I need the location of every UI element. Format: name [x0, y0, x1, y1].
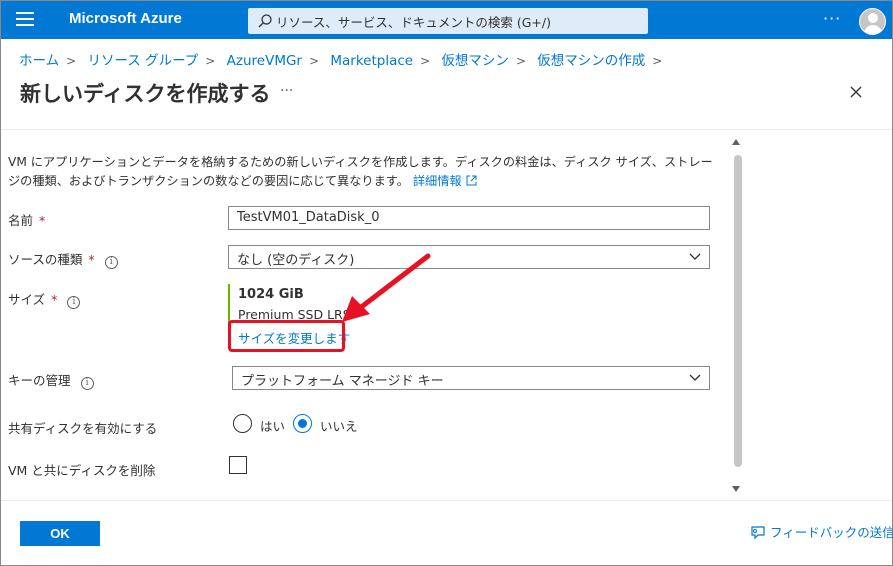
breadcrumb-item[interactable]: Marketplace	[330, 53, 413, 69]
top-bar: Microsoft Azure リソース、サービス、ドキュメントの検索 (G+/…	[1, 1, 892, 39]
description: VM にアプリケーションとデータを格納するための新しいディスクを作成します。ディ…	[8, 153, 723, 191]
menu-icon[interactable]	[16, 12, 34, 28]
close-icon[interactable]	[848, 84, 864, 100]
delete-with-vm-checkbox[interactable]	[229, 456, 247, 474]
info-icon[interactable]: i	[67, 296, 81, 309]
learn-more-link[interactable]: 詳細情報	[413, 174, 477, 188]
description-text: VM にアプリケーションとデータを格納するための新しいディスクを作成します。ディ…	[8, 155, 713, 188]
feedback-icon	[751, 526, 765, 540]
shared-yes-radio[interactable]	[233, 414, 252, 433]
breadcrumb-item[interactable]: AzureVMGr	[227, 53, 302, 69]
divider	[1, 500, 892, 501]
required-mark: *	[39, 213, 46, 228]
chevron-right-icon: >	[308, 54, 320, 68]
search-input[interactable]: リソース、サービス、ドキュメントの検索 (G+/)	[248, 8, 648, 34]
more-icon[interactable]: ···	[280, 83, 293, 99]
chevron-right-icon: >	[66, 54, 77, 68]
size-value: 1024 GiB	[238, 287, 304, 302]
breadcrumb-item[interactable]: 仮想マシン	[441, 53, 509, 69]
breadcrumb-item[interactable]: ホーム	[19, 53, 59, 69]
chevron-right-icon: >	[420, 54, 431, 68]
size-label: サイズ * i	[8, 289, 81, 309]
feedback-link[interactable]: フィードバックの送信	[750, 522, 893, 541]
breadcrumb-item[interactable]: リソース グループ	[87, 53, 198, 69]
source-type-dropdown[interactable]: なし (空のディスク)	[228, 245, 710, 269]
divider	[1, 129, 892, 130]
scroll-up-icon[interactable]	[732, 139, 740, 145]
chevron-down-icon	[689, 253, 701, 260]
key-management-dropdown[interactable]: プラットフォーム マネージド キー	[232, 366, 710, 390]
required-mark: *	[51, 292, 58, 307]
page-title: 新しいディスクを作成する	[20, 82, 271, 106]
scroll-down-icon[interactable]	[732, 486, 740, 492]
key-management-label: キーの管理 i	[8, 370, 94, 390]
delete-with-vm-label: VM と共にディスクを削除	[8, 463, 156, 478]
annotation-highlight-box	[228, 320, 345, 352]
info-icon[interactable]: i	[104, 256, 118, 269]
chevron-right-icon: >	[205, 54, 216, 68]
chevron-right-icon: >	[515, 54, 526, 68]
chevron-down-icon	[689, 374, 701, 381]
search-placeholder: リソース、サービス、ドキュメントの検索 (G+/)	[276, 15, 551, 30]
shared-yes-label: はい	[260, 419, 286, 434]
external-link-icon	[466, 175, 477, 186]
breadcrumb: ホーム > リソース グループ > AzureVMGr > Marketplace > …	[19, 49, 669, 69]
ok-button[interactable]: OK	[20, 521, 100, 546]
more-icon[interactable]: ···	[823, 9, 841, 28]
disk-name-input[interactable]: TestVM01_DataDisk_0	[228, 206, 710, 230]
name-label: 名前 *	[8, 213, 46, 228]
scrollbar-thumb[interactable]	[734, 155, 742, 467]
key-management-value: プラットフォーム マネージド キー	[241, 374, 444, 389]
breadcrumb-item[interactable]: 仮想マシンの作成	[537, 53, 645, 69]
avatar[interactable]	[859, 8, 886, 35]
source-type-label: ソースの種類 * i	[8, 249, 118, 269]
shared-disk-label: 共有ディスクを有効にする	[8, 421, 158, 436]
shared-no-radio[interactable]	[293, 414, 312, 433]
info-icon[interactable]: i	[80, 377, 94, 390]
required-mark: *	[88, 252, 95, 267]
brand-title[interactable]: Microsoft Azure	[69, 10, 182, 27]
chevron-right-icon: >	[652, 54, 663, 68]
shared-no-label: いいえ	[320, 419, 358, 434]
search-icon	[258, 14, 272, 28]
annotation-arrow-icon	[342, 253, 431, 322]
